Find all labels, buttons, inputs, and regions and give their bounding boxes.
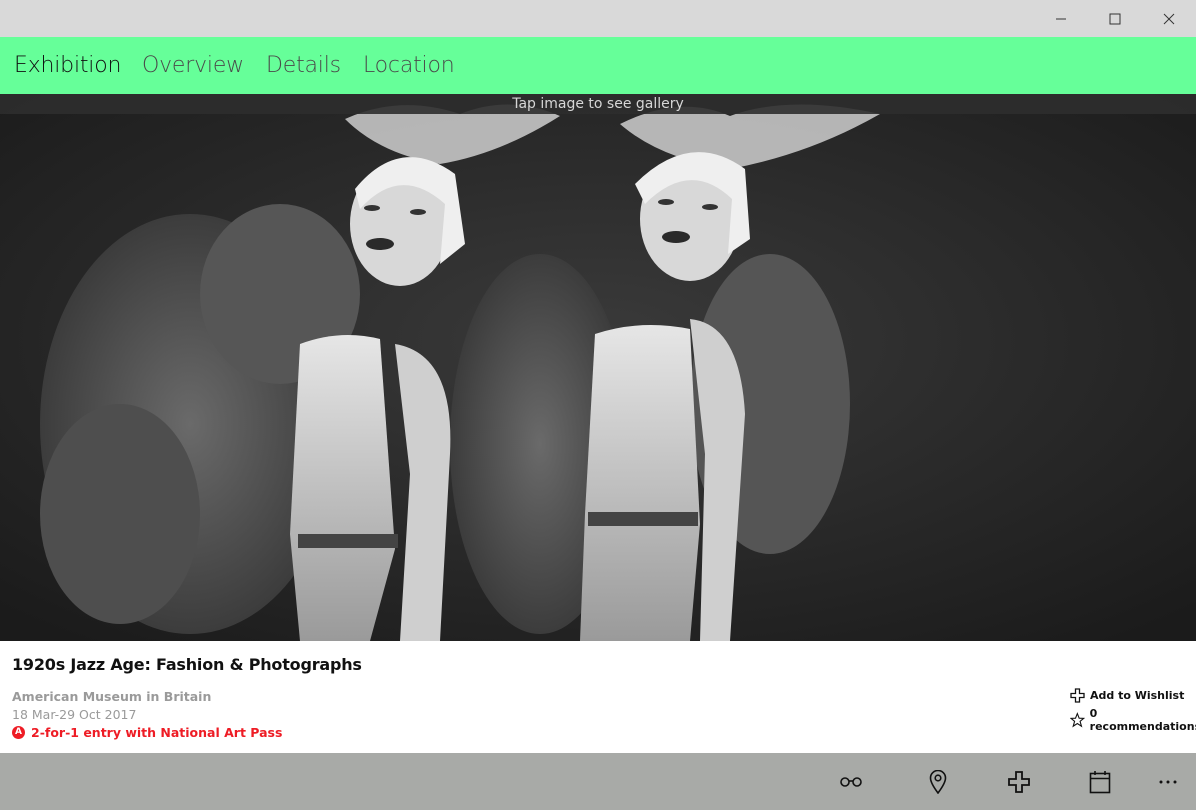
tab-details[interactable]: Details [266, 53, 341, 78]
tab-location[interactable]: Location [363, 53, 455, 78]
exhibition-photo [0, 94, 1196, 641]
add-icon [1070, 688, 1085, 703]
offer-text: 2-for-1 entry with National Art Pass [31, 725, 283, 740]
exhibition-title: 1920s Jazz Age: Fashion & Photographs [12, 655, 362, 674]
title-bar [0, 0, 1196, 37]
maximize-button[interactable] [1092, 0, 1138, 37]
calendar-icon [1089, 771, 1111, 794]
location-button[interactable] [920, 765, 956, 799]
tab-overview[interactable]: Overview [142, 53, 244, 78]
exhibition-image[interactable]: Tap image to see gallery [0, 94, 1196, 641]
close-icon [1163, 13, 1175, 24]
close-button[interactable] [1146, 0, 1192, 37]
exhibition-info: 1920s Jazz Age: Fashion & Photographs Am… [0, 641, 1196, 753]
art-pass-badge-icon: A [12, 726, 25, 739]
add-icon [1008, 771, 1030, 793]
app-bar [0, 753, 1196, 810]
calendar-button[interactable] [1082, 765, 1118, 799]
recommendations-button[interactable]: 0 recommendations [1070, 707, 1196, 733]
recommendations-label: 0 recommendations [1089, 707, 1196, 733]
tab-bar: Exhibition Overview Details Location [0, 37, 1196, 94]
more-button[interactable] [1150, 765, 1186, 799]
wishlist-label: Add to Wishlist [1090, 689, 1185, 702]
add-button[interactable] [1001, 765, 1037, 799]
glasses-icon [840, 777, 862, 787]
minimize-icon [1056, 18, 1066, 19]
exhibition-dates: 18 Mar-29 Oct 2017 [12, 707, 137, 722]
venue-link[interactable]: American Museum in Britain [12, 689, 211, 704]
gallery-hint: Tap image to see gallery [0, 94, 1196, 114]
minimize-button[interactable] [1038, 0, 1084, 37]
seen-button[interactable] [833, 765, 869, 799]
maximize-icon [1109, 13, 1121, 24]
star-icon [1070, 712, 1085, 728]
more-icon [1159, 780, 1177, 784]
location-pin-icon [929, 770, 947, 794]
offer-line: A 2-for-1 entry with National Art Pass [12, 725, 282, 740]
tab-exhibition[interactable]: Exhibition [14, 53, 121, 78]
add-to-wishlist-button[interactable]: Add to Wishlist [1070, 688, 1184, 703]
